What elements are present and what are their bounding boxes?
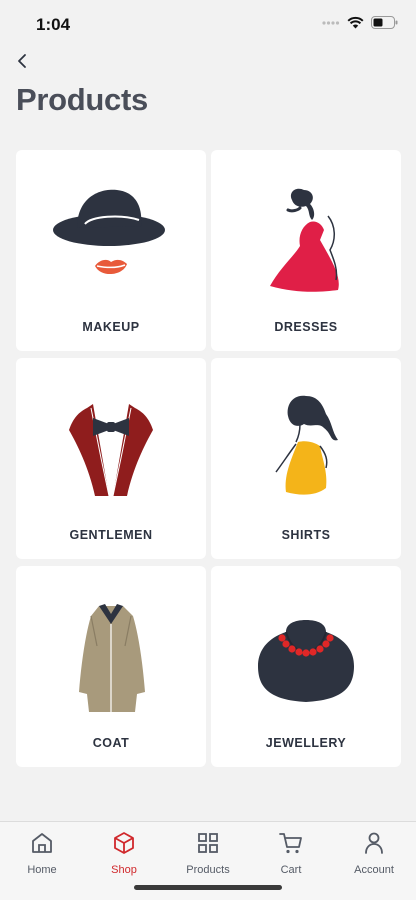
nav-item-account[interactable]: Account [334, 830, 414, 876]
grid-icon [198, 833, 218, 853]
woman-hat-icon [53, 189, 165, 275]
nav-label: Shop [111, 864, 137, 876]
necklace-icon [258, 620, 354, 702]
status-time: 1:04 [36, 15, 71, 34]
back-button[interactable] [12, 50, 32, 72]
category-card-jewellery[interactable]: JEWELLERY [211, 566, 401, 767]
category-label: MAKEUP [82, 320, 140, 334]
signal-icon [322, 20, 340, 25]
nav-item-home[interactable]: Home [2, 830, 82, 876]
category-card-makeup[interactable]: MAKEUP [16, 150, 206, 351]
nav-item-cart[interactable]: Cart [251, 830, 331, 876]
yellow-dress-icon [275, 395, 338, 495]
nav-item-shop[interactable]: Shop [84, 830, 164, 876]
category-label: JEWELLERY [265, 736, 347, 750]
nav-item-products[interactable]: Products [168, 830, 248, 876]
page-title: Products [16, 82, 148, 117]
cart-icon [279, 833, 302, 854]
nav-label: Home [27, 864, 57, 876]
category-card-gentlemen[interactable]: GENTLEMEN [16, 358, 206, 559]
tuxedo-icon [69, 404, 153, 497]
nav-label: Cart [280, 864, 302, 876]
nav-label: Products [186, 864, 230, 876]
category-card-shirts[interactable]: SHIRTS [211, 358, 401, 559]
category-label: SHIRTS [281, 528, 331, 542]
category-label: GENTLEMEN [69, 528, 153, 542]
home-indicator [134, 885, 282, 890]
category-label: COAT [92, 736, 130, 750]
status-icons [322, 16, 398, 29]
chevron-left-icon [18, 54, 26, 68]
category-label: DRESSES [274, 320, 338, 334]
category-card-dresses[interactable]: DRESSES [211, 150, 401, 351]
coat-icon [79, 604, 145, 712]
cube-icon [114, 832, 134, 854]
battery-icon [371, 16, 398, 29]
category-grid: MAKEUP DRESSES GENTLEMEN SHIRTS COAT JEW… [16, 150, 401, 767]
category-card-coat[interactable]: COAT [16, 566, 206, 767]
nav-label: Account [354, 864, 394, 876]
wifi-icon [347, 16, 364, 29]
status-bar: 1:04 [0, 0, 416, 48]
user-icon [365, 832, 383, 854]
home-icon [32, 833, 52, 853]
red-dress-icon [270, 188, 339, 292]
